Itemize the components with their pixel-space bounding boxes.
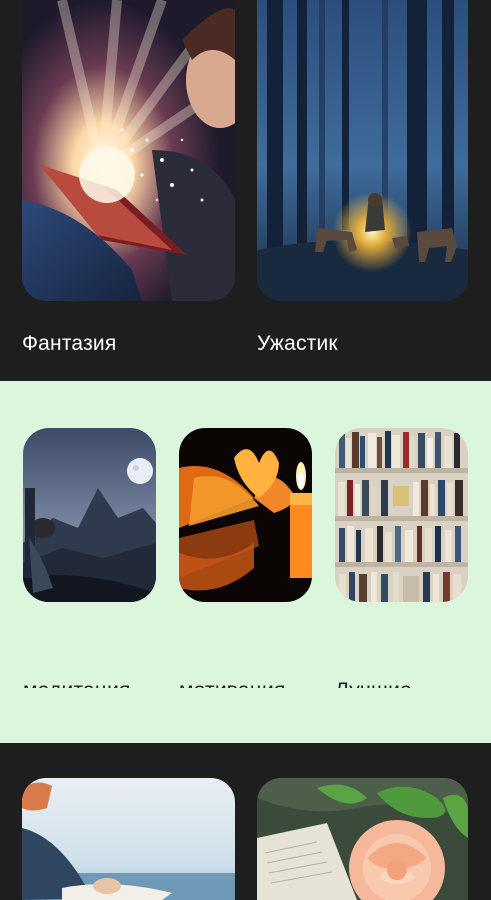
meditation-cover-image xyxy=(23,428,156,602)
category-label-horror: Ужастик xyxy=(257,332,338,355)
fantasy-cover-image xyxy=(22,0,235,301)
category-card-horror[interactable]: Ужастик xyxy=(257,0,470,365)
category-card-meditation[interactable]: медитация xyxy=(23,428,156,688)
category-label-fantasy: Фантазия xyxy=(22,332,117,355)
category-screen: Фантазия Ужастик xyxy=(0,0,491,900)
horror-cover-image xyxy=(257,0,468,301)
category-row-2: медитация мотивация xyxy=(0,381,491,743)
rose-on-book-cover-image xyxy=(257,778,468,900)
category-card-reading-by-sea[interactable] xyxy=(22,778,235,900)
category-row-3 xyxy=(0,743,491,900)
category-label-meditation: медитация xyxy=(23,677,131,688)
category-label-motivation: мотивация xyxy=(179,677,286,688)
motivation-cover-image xyxy=(179,428,312,602)
category-label-best-books: Лучшие книги xyxy=(335,677,465,688)
category-card-fantasy[interactable]: Фантазия xyxy=(22,0,235,365)
category-row-1: Фантазия Ужастик xyxy=(0,0,491,381)
category-card-motivation[interactable]: мотивация xyxy=(179,428,312,688)
reading-by-sea-cover-image xyxy=(22,778,235,900)
best-books-cover-image xyxy=(335,428,468,602)
category-card-rose-on-book[interactable] xyxy=(257,778,470,900)
category-card-best-books[interactable]: Лучшие книги xyxy=(335,428,468,688)
